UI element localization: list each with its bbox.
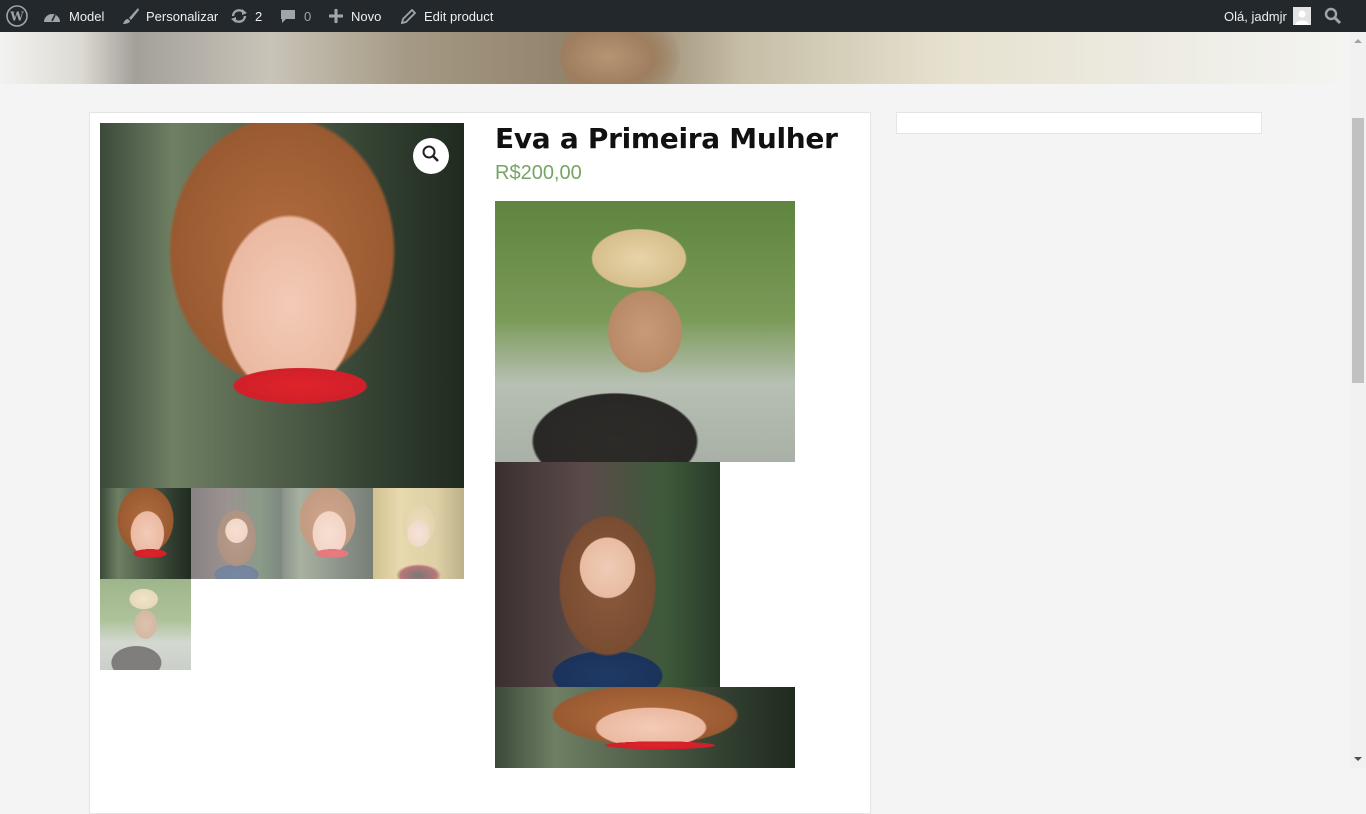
gallery-thumbnail[interactable] bbox=[100, 488, 191, 579]
description-image bbox=[495, 462, 720, 687]
admin-bar: W Model Personalizar 2 0 Novo Edit produ… bbox=[0, 0, 1366, 32]
comments-count: 0 bbox=[304, 8, 312, 24]
svg-text:W: W bbox=[9, 10, 24, 24]
customize-label: Personalizar bbox=[146, 8, 219, 24]
site-menu[interactable]: Model bbox=[43, 0, 104, 32]
brush-icon bbox=[122, 7, 140, 25]
greeting: Olá, jadmjr bbox=[1224, 8, 1287, 24]
header-hero-image bbox=[0, 32, 1350, 84]
plus-icon bbox=[329, 9, 343, 23]
search-icon[interactable] bbox=[1324, 0, 1342, 32]
magnifier-icon bbox=[421, 144, 441, 169]
comments-menu[interactable]: 0 bbox=[280, 0, 311, 32]
sidebar-widget bbox=[896, 112, 1262, 134]
comment-icon bbox=[280, 8, 296, 24]
updates-count: 2 bbox=[255, 8, 263, 24]
gallery-thumbnail[interactable] bbox=[191, 488, 282, 579]
zoom-button[interactable] bbox=[413, 138, 449, 174]
scrollbar-thumb[interactable] bbox=[1352, 118, 1364, 383]
new-label: Novo bbox=[351, 8, 382, 24]
product-title: Eva a Primeira Mulher bbox=[495, 122, 838, 155]
scroll-down-arrow-icon[interactable] bbox=[1350, 752, 1366, 766]
customize-menu[interactable]: Personalizar bbox=[122, 0, 218, 32]
gallery-thumbnail[interactable] bbox=[282, 488, 373, 579]
wordpress-logo-icon[interactable]: W bbox=[6, 0, 28, 32]
product-price: R$200,00 bbox=[495, 162, 582, 184]
updates-icon bbox=[230, 8, 248, 24]
updates-menu[interactable]: 2 bbox=[230, 0, 262, 32]
product-main-image[interactable] bbox=[100, 123, 464, 488]
description-image bbox=[495, 687, 795, 768]
pencil-icon bbox=[401, 8, 416, 24]
site-name: Model bbox=[69, 8, 105, 24]
account-menu[interactable]: Olá, jadmjr bbox=[1224, 0, 1311, 32]
dashboard-icon bbox=[43, 9, 61, 23]
edit-product-label: Edit product bbox=[424, 8, 494, 24]
avatar-icon bbox=[1292, 7, 1311, 25]
edit-product-link[interactable]: Edit product bbox=[401, 0, 493, 32]
description-image bbox=[495, 201, 795, 462]
gallery-thumbnail[interactable] bbox=[100, 579, 191, 670]
scroll-up-arrow-icon[interactable] bbox=[1350, 34, 1366, 48]
gallery-thumbnail[interactable] bbox=[373, 488, 464, 579]
new-menu[interactable]: Novo bbox=[329, 0, 381, 32]
